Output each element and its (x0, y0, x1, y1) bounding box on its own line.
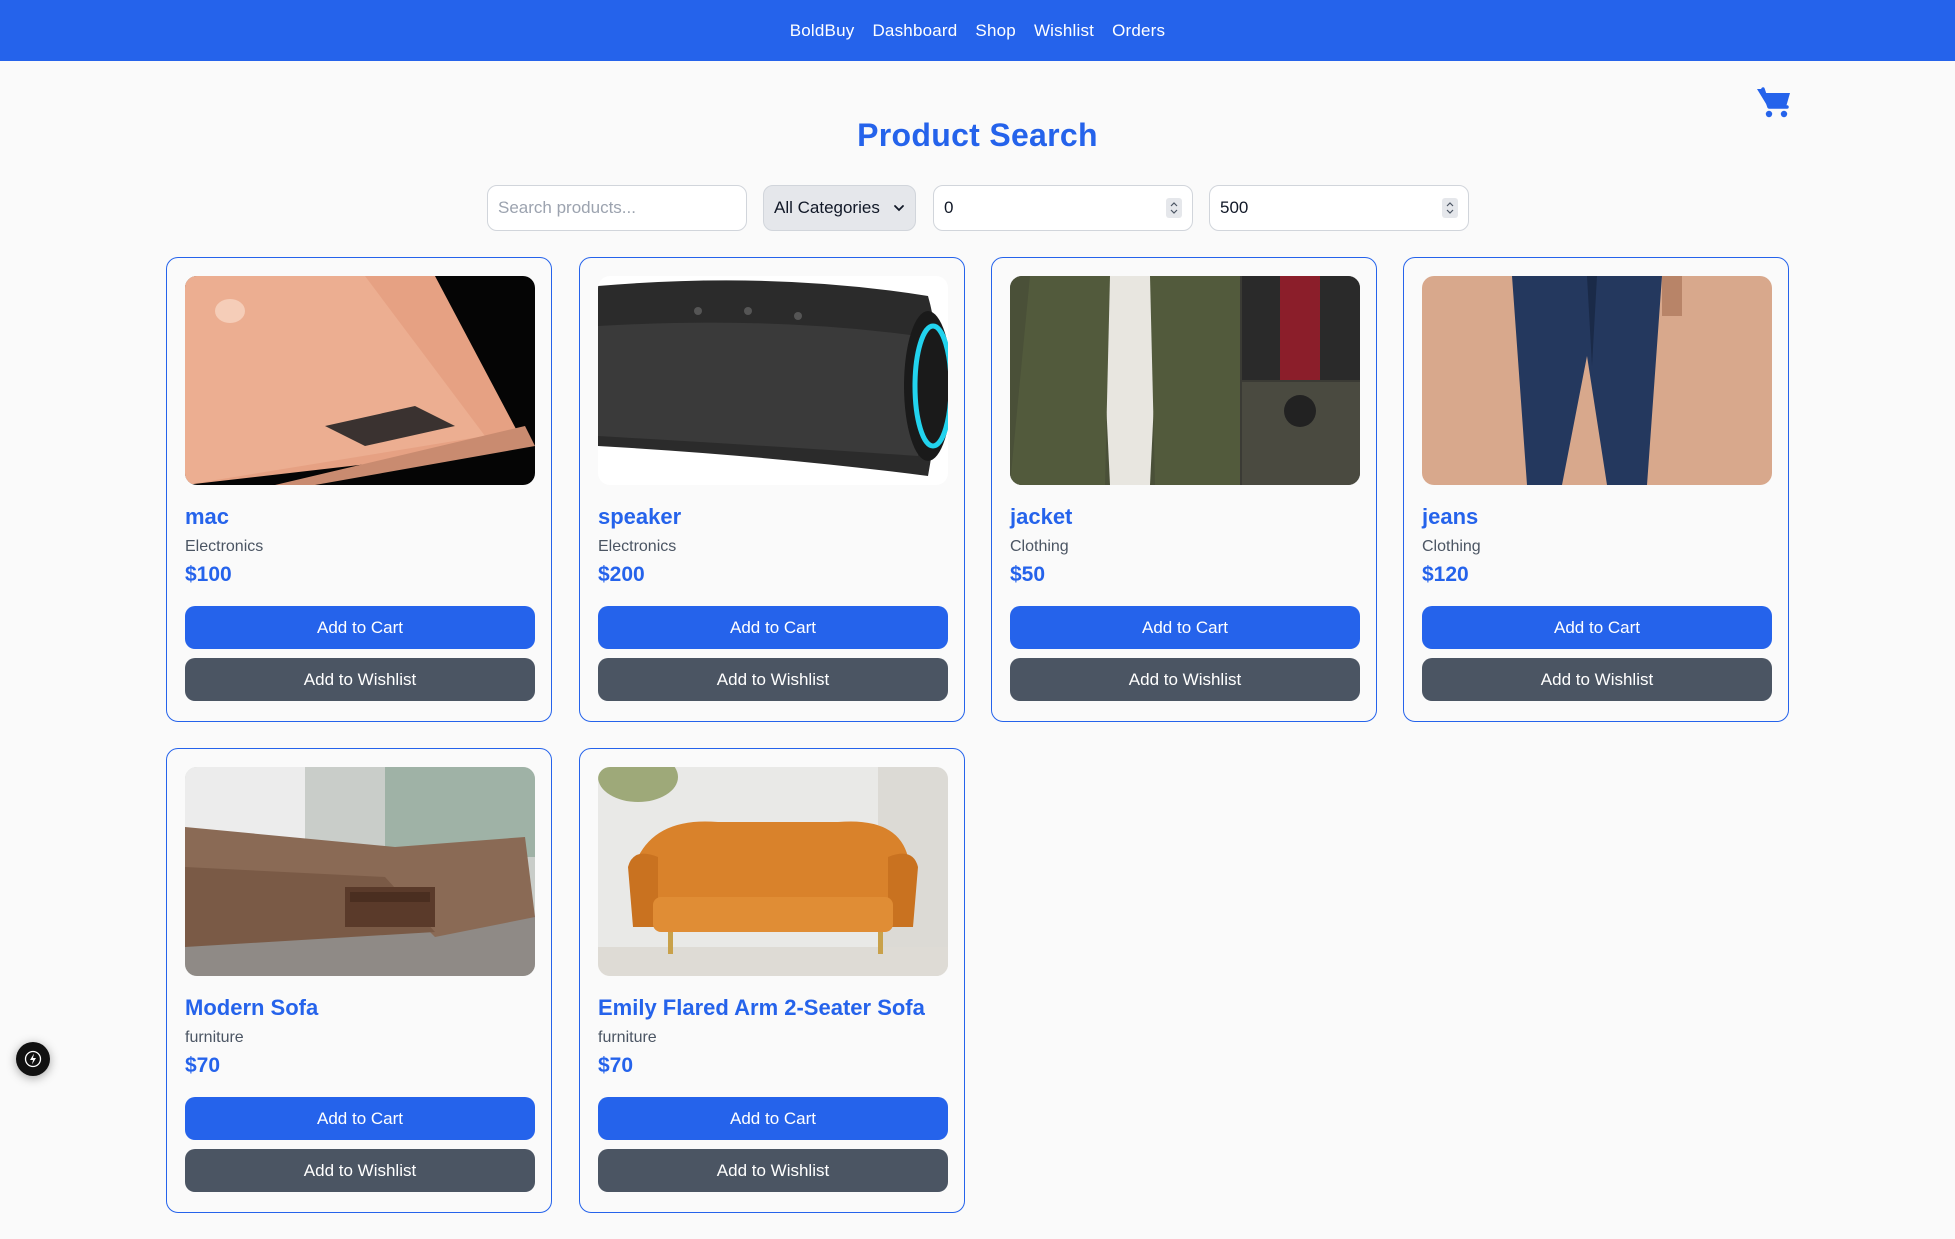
filter-bar: All Categories 0 500 (0, 185, 1955, 231)
spinner-arrows-icon (1446, 202, 1454, 214)
product-image-sectional-sofa (185, 767, 535, 976)
product-category: furniture (598, 1029, 657, 1046)
product-name[interactable]: jacket (1010, 504, 1072, 530)
brand-link[interactable]: BoldBuy (790, 21, 855, 41)
product-name[interactable]: mac (185, 504, 229, 530)
nav-link-orders[interactable]: Orders (1112, 21, 1165, 41)
product-category: Electronics (598, 538, 677, 555)
min-price-spinner[interactable] (1166, 198, 1182, 218)
page-title: Product Search (857, 117, 1098, 153)
product-image-jacket (1010, 276, 1360, 485)
spinner-arrows-icon (1170, 202, 1178, 214)
product-card: speaker Electronics $200 Add to Cart Add… (579, 257, 965, 722)
add-to-wishlist-button[interactable]: Add to Wishlist (598, 658, 948, 701)
min-price-input[interactable]: 0 (933, 185, 1193, 231)
product-price: $100 (185, 563, 232, 586)
nav-link-dashboard[interactable]: Dashboard (872, 21, 957, 41)
product-category: Electronics (185, 538, 264, 555)
product-name[interactable]: jeans (1422, 504, 1478, 530)
product-image-orange-sofa (598, 767, 948, 976)
product-card: Modern Sofa furniture $70 Add to Cart Ad… (166, 748, 552, 1213)
product-name[interactable]: speaker (598, 504, 681, 530)
add-to-cart-button[interactable]: Add to Cart (598, 1097, 948, 1140)
add-to-wishlist-button[interactable]: Add to Wishlist (1422, 658, 1772, 701)
chevron-down-icon (894, 205, 904, 212)
add-to-wishlist-button[interactable]: Add to Wishlist (1010, 658, 1360, 701)
max-price-value: 500 (1220, 198, 1249, 217)
product-image-jeans (1422, 276, 1772, 485)
add-to-cart-button[interactable]: Add to Cart (185, 1097, 535, 1140)
add-to-cart-button[interactable]: Add to Cart (185, 606, 535, 649)
product-name[interactable]: Emily Flared Arm 2-Seater Sofa (598, 995, 925, 1021)
product-price: $70 (185, 1054, 221, 1077)
lightning-icon[interactable] (16, 1042, 50, 1076)
category-select[interactable]: All Categories (763, 185, 916, 231)
product-card: mac Electronics $100 Add to Cart Add to … (166, 257, 552, 722)
category-select-value: All Categories (774, 198, 880, 217)
add-to-cart-button[interactable]: Add to Cart (1010, 606, 1360, 649)
product-category: furniture (185, 1029, 244, 1046)
max-price-spinner[interactable] (1442, 198, 1458, 218)
nav-link-wishlist[interactable]: Wishlist (1034, 21, 1094, 41)
product-category: Clothing (1010, 538, 1069, 555)
product-image-speaker (598, 276, 948, 485)
product-category: Clothing (1422, 538, 1481, 555)
product-card: Emily Flared Arm 2-Seater Sofa furniture… (579, 748, 965, 1213)
nav-link-shop[interactable]: Shop (975, 21, 1016, 41)
add-to-wishlist-button[interactable]: Add to Wishlist (598, 1149, 948, 1192)
search-input[interactable] (487, 185, 747, 231)
add-to-cart-button[interactable]: Add to Cart (1422, 606, 1772, 649)
shopping-cart-icon[interactable] (1756, 86, 1792, 120)
product-price: $70 (598, 1054, 634, 1077)
product-card: jeans Clothing $120 Add to Cart Add to W… (1403, 257, 1789, 722)
product-name[interactable]: Modern Sofa (185, 995, 318, 1021)
add-to-cart-button[interactable]: Add to Cart (598, 606, 948, 649)
product-price: $200 (598, 563, 645, 586)
product-price: $50 (1010, 563, 1046, 586)
product-card: jacket Clothing $50 Add to Cart Add to W… (991, 257, 1377, 722)
product-image-laptop (185, 276, 535, 485)
max-price-input[interactable]: 500 (1209, 185, 1469, 231)
product-price: $120 (1422, 563, 1469, 586)
min-price-value: 0 (944, 198, 954, 217)
top-navbar: BoldBuy Dashboard Shop Wishlist Orders (0, 0, 1955, 61)
add-to-wishlist-button[interactable]: Add to Wishlist (185, 658, 535, 701)
add-to-wishlist-button[interactable]: Add to Wishlist (185, 1149, 535, 1192)
